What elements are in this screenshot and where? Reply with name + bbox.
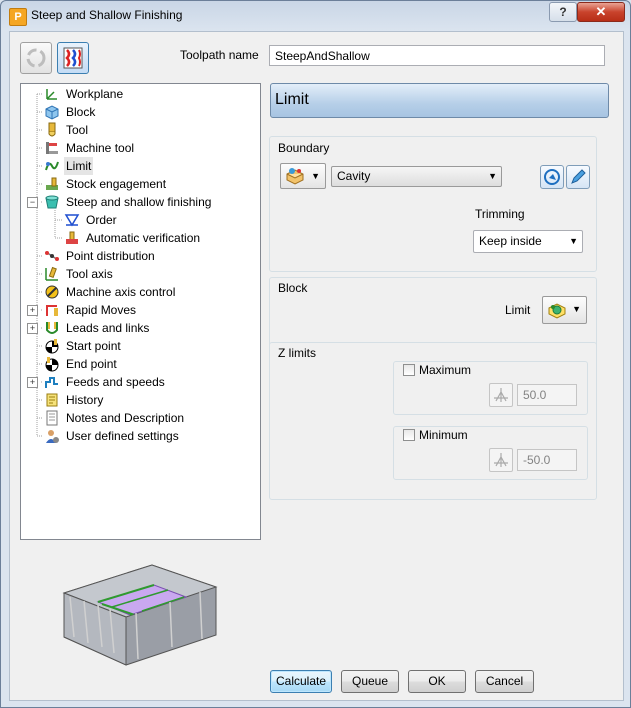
machine-axis-icon xyxy=(45,285,59,299)
start-point-icon xyxy=(45,339,59,354)
chevron-down-icon: ▼ xyxy=(311,171,320,181)
expander-rapid-moves[interactable]: + xyxy=(27,305,38,316)
machine-tool-icon xyxy=(46,142,58,154)
steep-shallow-icon xyxy=(45,195,59,209)
pencil-icon xyxy=(571,169,586,184)
toolpath-name-input[interactable]: SteepAndShallow xyxy=(269,45,605,66)
chevron-down-icon: ▼ xyxy=(488,171,497,181)
queue-button[interactable]: Queue xyxy=(341,670,399,693)
maximum-checkbox[interactable] xyxy=(403,364,415,376)
user-settings-icon xyxy=(46,430,59,443)
app-icon: P xyxy=(9,8,27,26)
pattern-icon xyxy=(63,47,83,69)
close-button[interactable]: ✕ xyxy=(577,2,625,22)
block-limit-label: Limit xyxy=(505,303,531,317)
maximum-label: Maximum xyxy=(419,363,472,377)
expander-steep-shallow[interactable]: − xyxy=(27,197,38,208)
order-icon xyxy=(64,214,80,227)
tool-axis-icon xyxy=(45,266,58,281)
boundary-select[interactable]: Cavity ▼ xyxy=(331,166,502,187)
title-bar: P Steep and Shallow Finishing ? ✕ xyxy=(1,1,630,31)
trimming-label: Trimming xyxy=(475,207,525,221)
dialog-client: Toolpath name SteepAndShallow Workplane … xyxy=(9,31,624,701)
panel-header: Limit xyxy=(270,83,609,118)
select-boundary-button[interactable] xyxy=(540,165,564,189)
tool-icon xyxy=(48,122,56,137)
block-limit-dropdown[interactable]: ▼ xyxy=(542,296,587,324)
select-boundary-icon xyxy=(544,169,560,185)
trimming-select[interactable]: Keep inside ▼ xyxy=(473,230,583,253)
pick-icon xyxy=(494,453,508,467)
minimum-checkbox[interactable] xyxy=(403,429,415,441)
point-distribution-icon xyxy=(45,251,59,261)
help-button[interactable]: ? xyxy=(549,2,577,22)
expander-feeds-speeds[interactable]: + xyxy=(27,377,38,388)
maximum-value-field[interactable]: 50.0 xyxy=(517,384,577,406)
rapid-moves-icon xyxy=(46,305,58,316)
boundary-type-icon xyxy=(286,168,304,185)
boundary-group: Boundary ▼ Cavity ▼ Trimming Keep inside… xyxy=(269,136,597,272)
minimum-value-field[interactable]: -50.0 xyxy=(517,449,577,471)
notes-icon xyxy=(46,410,58,426)
pattern-toolbar-button[interactable] xyxy=(57,42,89,74)
cancel-button[interactable]: Cancel xyxy=(475,670,534,693)
expander-leads-links[interactable]: + xyxy=(27,323,38,334)
chevron-down-icon: ▼ xyxy=(569,236,578,246)
boundary-title: Boundary xyxy=(278,141,330,155)
edit-boundary-button[interactable] xyxy=(566,165,590,189)
pick-icon xyxy=(494,388,508,402)
verification-icon xyxy=(66,231,78,244)
boundary-type-dropdown[interactable]: ▼ xyxy=(280,163,326,189)
block-title: Block xyxy=(278,281,308,295)
block-icon xyxy=(45,105,59,120)
panel-title: Limit xyxy=(275,91,309,108)
z-limits-title: Z limits xyxy=(278,346,316,360)
dialog-window: P Steep and Shallow Finishing ? ✕ Toolpa… xyxy=(0,0,631,708)
workplane-icon xyxy=(46,89,57,100)
toolpath-tree[interactable]: Workplane Block Tool Machine tool Limit … xyxy=(20,83,261,540)
recycle-toolbar-button[interactable] xyxy=(20,42,52,74)
z-limits-group: Z limits Maximum 50.0 Minimum -50.0 xyxy=(269,342,597,500)
limit-icon xyxy=(45,161,59,171)
recycle-icon xyxy=(26,48,46,68)
toolpath-preview-image xyxy=(62,564,218,666)
minimum-label: Minimum xyxy=(419,428,468,442)
block-limit-icon xyxy=(548,303,566,319)
pick-minimum-button[interactable] xyxy=(489,448,513,472)
feeds-speeds-icon xyxy=(45,377,58,388)
history-icon xyxy=(46,393,58,407)
pick-maximum-button[interactable] xyxy=(489,383,513,407)
toolpath-name-label: Toolpath name xyxy=(180,48,259,62)
calculate-button[interactable]: Calculate xyxy=(270,670,332,693)
maximum-subgroup: Maximum 50.0 xyxy=(393,361,588,415)
chevron-down-icon: ▼ xyxy=(572,304,581,314)
minimum-subgroup: Minimum -50.0 xyxy=(393,426,588,480)
stock-engagement-icon xyxy=(46,177,58,190)
window-title: Steep and Shallow Finishing xyxy=(31,8,183,22)
end-point-icon xyxy=(45,357,59,372)
leads-links-icon xyxy=(46,322,58,334)
ok-button[interactable]: OK xyxy=(408,670,466,693)
